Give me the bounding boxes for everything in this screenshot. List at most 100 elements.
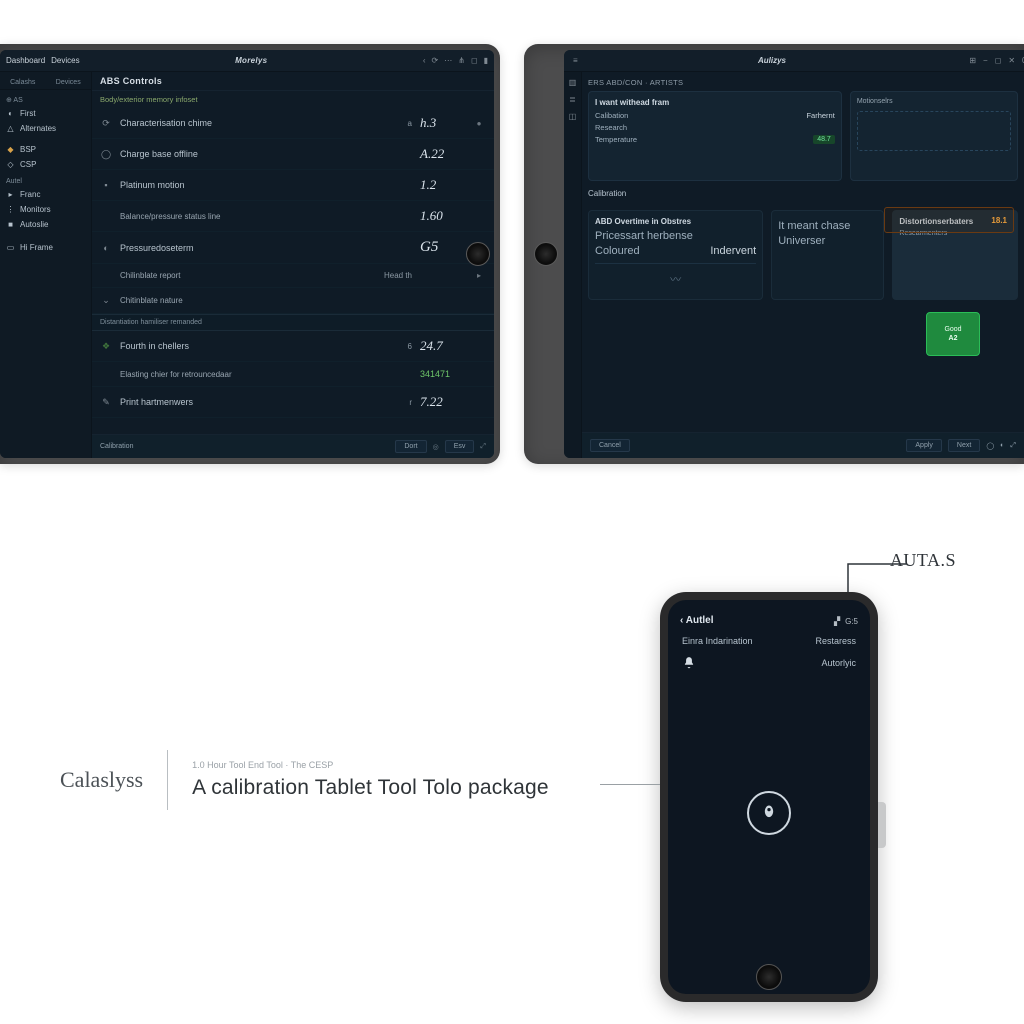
data-row[interactable]: ◐ Pressuredoseterm G5 ⋯	[92, 232, 494, 264]
refresh-icon: ⟳	[100, 118, 112, 129]
expand-icon[interactable]: ⤢	[480, 443, 486, 451]
row-value: h.3	[420, 115, 464, 131]
bell-icon[interactable]	[682, 656, 696, 670]
diamond-outline-icon: ◇	[6, 160, 15, 169]
data-row[interactable]: Balance/pressure status line 1.60	[92, 201, 494, 232]
layers-icon[interactable]: ≣	[569, 95, 576, 104]
row-label: Characterisation chime	[120, 118, 364, 128]
expand-icon[interactable]: ⤢	[1010, 442, 1016, 450]
grid-icon[interactable]: ⊞	[969, 56, 976, 65]
section-title: ABS Controls	[92, 72, 494, 91]
right-topbar: ≡ Aulizys ⊞ − ◻ ✕ 08:11:11	[564, 50, 1024, 72]
device-icon[interactable]: ▥	[569, 78, 577, 87]
topbar-tab[interactable]: Dashboard	[6, 56, 45, 65]
app-brand: Aulizys	[758, 56, 786, 65]
topbar-tab[interactable]: Devices	[51, 56, 79, 65]
breadcrumb: ERS ABD/CON · ARTISTS	[588, 78, 1018, 87]
sidebar-item[interactable]: ▭Hi Frame	[0, 240, 91, 255]
sidebar-item[interactable]: △Alternates	[0, 121, 91, 136]
circle-icon[interactable]: ◯	[986, 442, 994, 450]
chevron-right-icon[interactable]: ▸	[472, 271, 486, 280]
footer-button[interactable]: Esv	[445, 440, 475, 453]
data-row[interactable]: ❖ Fourth in chellers 6 24.7	[92, 331, 494, 362]
mini-panel[interactable]: It meant chase Universer	[771, 210, 884, 300]
caption-title: A calibration Tablet Tool Tolo package	[192, 776, 549, 799]
dot-icon: ◐	[6, 109, 15, 118]
back-icon[interactable]: ‹	[423, 56, 426, 65]
record-button[interactable]	[747, 791, 791, 835]
circle-icon: ◯	[100, 149, 112, 160]
sidebar-tab[interactable]: Devices	[46, 76, 92, 89]
sidebar-section: ⊕ AS	[0, 90, 91, 106]
phone-screen: ‹ Autlel ▞ G:5 Einra Indarination Restar…	[668, 600, 870, 994]
data-row[interactable]: ▪ Platinum motion 1.2	[92, 170, 494, 201]
diamond-icon: ◆	[6, 145, 15, 154]
data-row[interactable]: Elasting chier for retrouncedaar 341471	[92, 362, 494, 387]
app-brand: Morelys	[235, 56, 267, 65]
status-card-good[interactable]: Good A2	[926, 312, 980, 356]
footer-button-apply[interactable]: Apply	[906, 439, 942, 452]
sidebar-item[interactable]: ◐First	[0, 106, 91, 121]
row-value: 1.2	[420, 177, 464, 193]
phone-label[interactable]: Einra Indarination	[682, 636, 753, 646]
row-meta: 6	[372, 342, 412, 351]
sidebar-item[interactable]: ⋮Monitors	[0, 202, 91, 217]
caption-block: Calaslyss 1.0 Hour Tool End Tool · The C…	[60, 750, 549, 810]
play-icon: ▸	[6, 190, 15, 199]
caption-small: 1.0 Hour Tool End Tool · The CESP	[192, 760, 549, 770]
cube-icon[interactable]: ◫	[569, 112, 577, 121]
sidebar-item[interactable]: ◆BSP	[0, 142, 91, 157]
row-value: 1.60	[420, 208, 464, 224]
close-icon[interactable]: ✕	[1008, 56, 1015, 65]
data-row[interactable]: ⟳ Characterisation chime a h.3 ●	[92, 108, 494, 139]
more-icon[interactable]: ⋯	[444, 56, 452, 65]
tablet-right: ≡ Aulizys ⊞ − ◻ ✕ 08:11:11 ▥ ≣ ◫ ERS ABD…	[524, 44, 1024, 464]
settings-icon[interactable]: ◻	[471, 56, 478, 65]
data-row[interactable]: ✎ Print hartmenwers r 7.22	[92, 387, 494, 418]
phone-app-title[interactable]: ‹ Autlel	[680, 615, 714, 626]
data-row[interactable]: Chilinblate report Head th ▸	[92, 264, 494, 288]
left-main: ABS Controls Body/exterior memory infose…	[92, 72, 494, 458]
warning-banner[interactable]: 18.1	[884, 207, 1014, 233]
phone-label[interactable]: Autorlyic	[821, 658, 856, 668]
footer-meta: Calibration	[100, 443, 133, 450]
row-value: A.22	[420, 146, 464, 162]
sidebar-item[interactable]: ▸Franc	[0, 187, 91, 202]
minus-icon[interactable]: −	[983, 56, 988, 65]
section-subtitle: Body/exterior memory infoset	[92, 91, 494, 108]
clock-label: G:5	[845, 617, 858, 626]
sidebar-item[interactable]: ■Autoslie	[0, 217, 91, 232]
left-topbar: Dashboard Devices Morelys ‹ ⟳ ⋯ ⋔ ◻ ▮	[0, 50, 494, 72]
row-value: 24.7	[420, 338, 464, 354]
phone-label[interactable]: Restaress	[815, 636, 856, 646]
card-line: Motionselrs	[857, 98, 1011, 105]
square-icon[interactable]: ◻	[995, 56, 1002, 65]
phone-home-button[interactable]	[756, 964, 782, 990]
detail-panel[interactable]: ABD Overtime in Obstres Pricessart herbe…	[588, 210, 763, 300]
data-row[interactable]: ⌄ Chitinblate nature	[92, 288, 494, 314]
row-label: Pressuredoseterm	[120, 243, 364, 253]
wifi-icon: ⋔	[458, 56, 465, 65]
tablet-right-screen: ≡ Aulizys ⊞ − ◻ ✕ 08:11:11 ▥ ≣ ◫ ERS ABD…	[564, 50, 1024, 458]
leader-line	[600, 784, 660, 785]
moon-icon[interactable]: ◐	[1000, 442, 1004, 449]
footer-button[interactable]: Dort	[395, 440, 426, 453]
preview-card[interactable]: Motionselrs	[850, 91, 1018, 181]
row-label: Charge base offline	[120, 149, 364, 159]
card-title: I want withead fram	[595, 98, 835, 107]
refresh-icon[interactable]: ⟳	[432, 56, 439, 65]
sidebar-tab[interactable]: Calashs	[0, 76, 46, 89]
row-value: 7.22	[420, 394, 464, 410]
footer-button-next[interactable]: Next	[948, 439, 980, 452]
footer-button-cancel[interactable]: Cancel	[590, 439, 630, 452]
globe-icon[interactable]: ◎	[433, 443, 439, 451]
row-value: 341471	[420, 369, 464, 379]
sidebar-item[interactable]: ◇CSP	[0, 157, 91, 172]
summary-card[interactable]: I want withead fram CalibationFarhernt R…	[588, 91, 842, 181]
warning-value: 18.1	[991, 216, 1007, 225]
edit-icon: ✎	[100, 397, 112, 408]
left-footer: Calibration Dort ◎ Esv ⤢	[92, 434, 494, 458]
right-footer: Cancel Apply Next ◯ ◐ ⤢	[582, 432, 1024, 458]
menu-icon[interactable]: ≡	[573, 56, 578, 65]
data-row[interactable]: ◯ Charge base offline A.22	[92, 139, 494, 170]
